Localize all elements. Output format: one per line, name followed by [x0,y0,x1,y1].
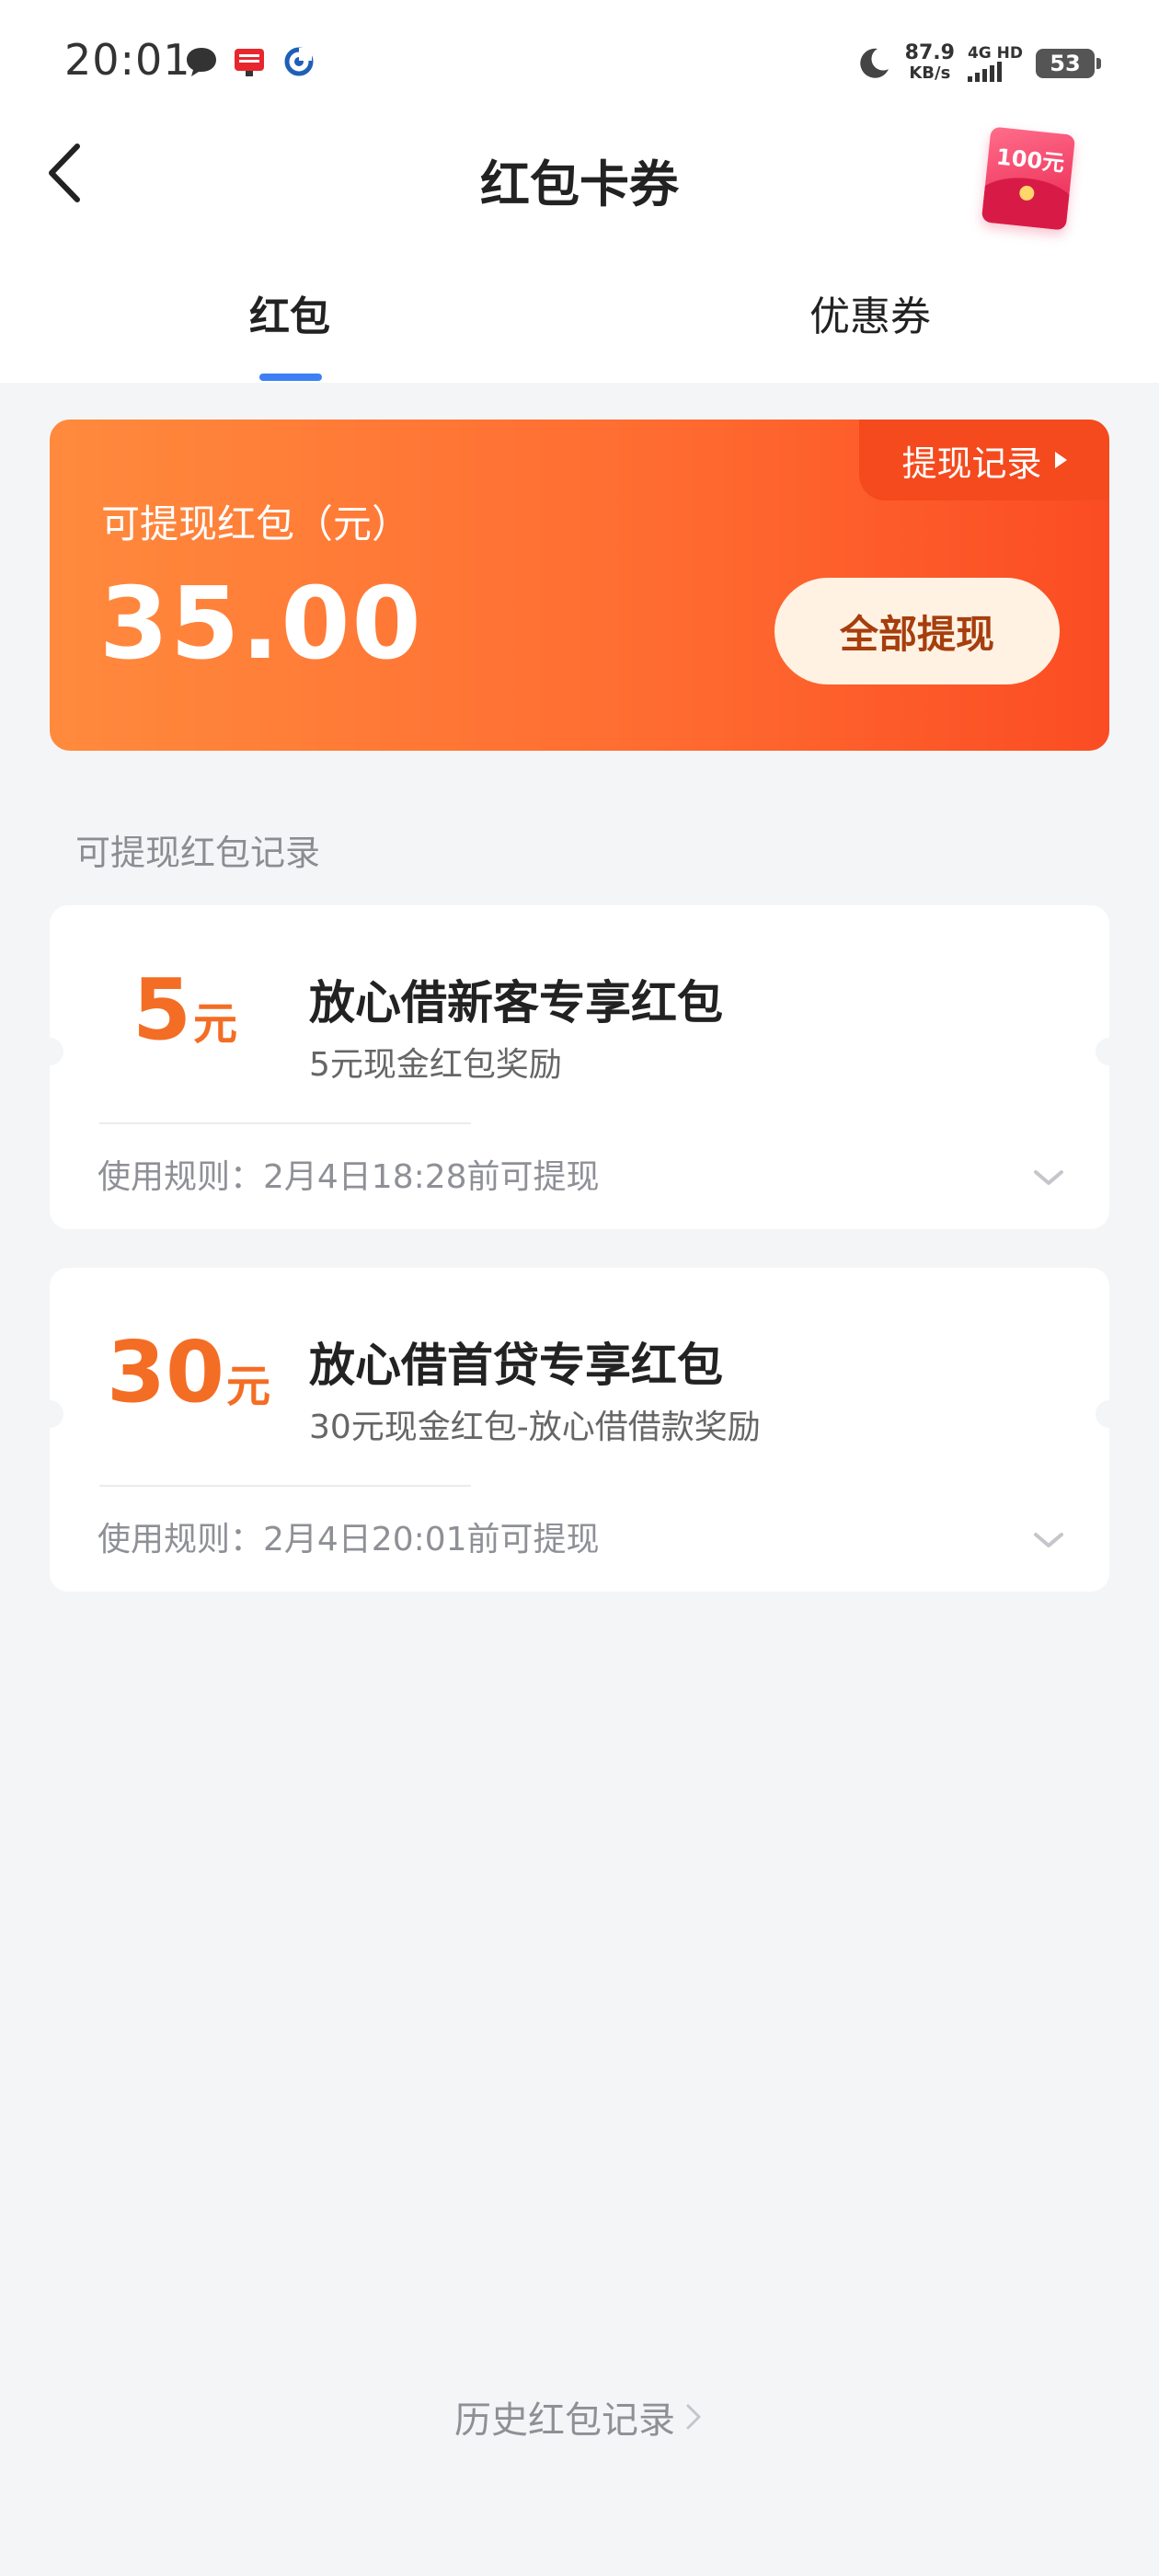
balance-card: 提现记录 可提现红包（元） 35.00 全部提现 [50,420,1109,751]
packet-amount: 30元 [107,1323,270,1421]
withdraw-all-button[interactable]: 全部提现 [775,578,1060,684]
chat-bubble-icon [187,48,216,76]
packet-description: 30元现金红包-放心借借款奖励 [309,1409,761,1446]
promo-badge-text: 100元 [994,144,1066,177]
withdraw-record-label: 提现记录 [901,443,1042,484]
packet-description: 5元现金红包奖励 [309,1046,562,1084]
net-speed-unit: KB/s [909,63,951,83]
tab-hongbao[interactable]: 红包 [248,283,331,342]
balance-label: 可提现红包（元） [101,501,411,546]
red-packet-card[interactable]: 5元 放心借新客专享红包 5元现金红包奖励 使用规则：2月4日18:28前可提现 [36,905,1123,1229]
signal-bars-icon [967,62,1023,82]
chevron-down-icon[interactable] [1030,1159,1067,1196]
withdraw-record-link[interactable]: 提现记录 [859,420,1109,500]
card-divider [99,1485,471,1487]
battery-icon: 53 [1036,49,1101,78]
packet-amount-unit: 元 [193,998,238,1050]
caret-right-icon [1054,452,1067,468]
network-indicator: 4G HD [967,44,1023,82]
packet-title: 放心借新客专享红包 [309,976,723,1029]
packet-title: 放心借首贷专享红包 [309,1339,723,1392]
history-records-label: 历史红包记录 [454,2399,675,2442]
moon-icon [859,48,889,78]
packet-rule: 使用规则：2月4日20:01前可提现 [98,1521,600,1558]
swirl-logo-icon [284,47,314,76]
chevron-down-icon[interactable] [1030,1522,1067,1558]
packet-amount-number: 30 [107,1323,225,1421]
chevron-right-icon [686,2404,701,2430]
status-right-group: 87.9 KB/s 4G HD 53 [855,40,1101,86]
history-records-link[interactable]: 历史红包记录 [0,2390,1159,2444]
card-divider [99,1122,471,1124]
packet-amount: 5元 [132,960,237,1059]
card-notch [36,1400,63,1428]
records-section-title: 可提现红包记录 [75,833,321,873]
balance-amount: 35.00 [99,567,423,682]
tab-coupon[interactable]: 优惠券 [806,283,935,342]
net-speed: 87.9 KB/s [905,43,955,84]
card-notch [1096,1400,1123,1428]
envelope-flap [981,173,1076,231]
packet-amount-unit: 元 [226,1361,271,1412]
card-notch [1096,1038,1123,1065]
network-type: 4G HD [967,44,1023,63]
red-packet-card[interactable]: 30元 放心借首贷专享红包 30元现金红包-放心借借款奖励 使用规则：2月4日2… [36,1268,1123,1592]
status-time: 20:01 [64,35,191,85]
packet-amount-number: 5 [132,960,192,1059]
app-badge-icon [235,49,264,76]
packet-rule: 使用规则：2月4日18:28前可提现 [98,1158,600,1196]
net-speed-value: 87.9 [904,41,955,64]
tab-active-indicator [259,374,322,381]
red-envelope-promo[interactable]: 100元 [981,126,1076,231]
card-notch [36,1038,63,1065]
